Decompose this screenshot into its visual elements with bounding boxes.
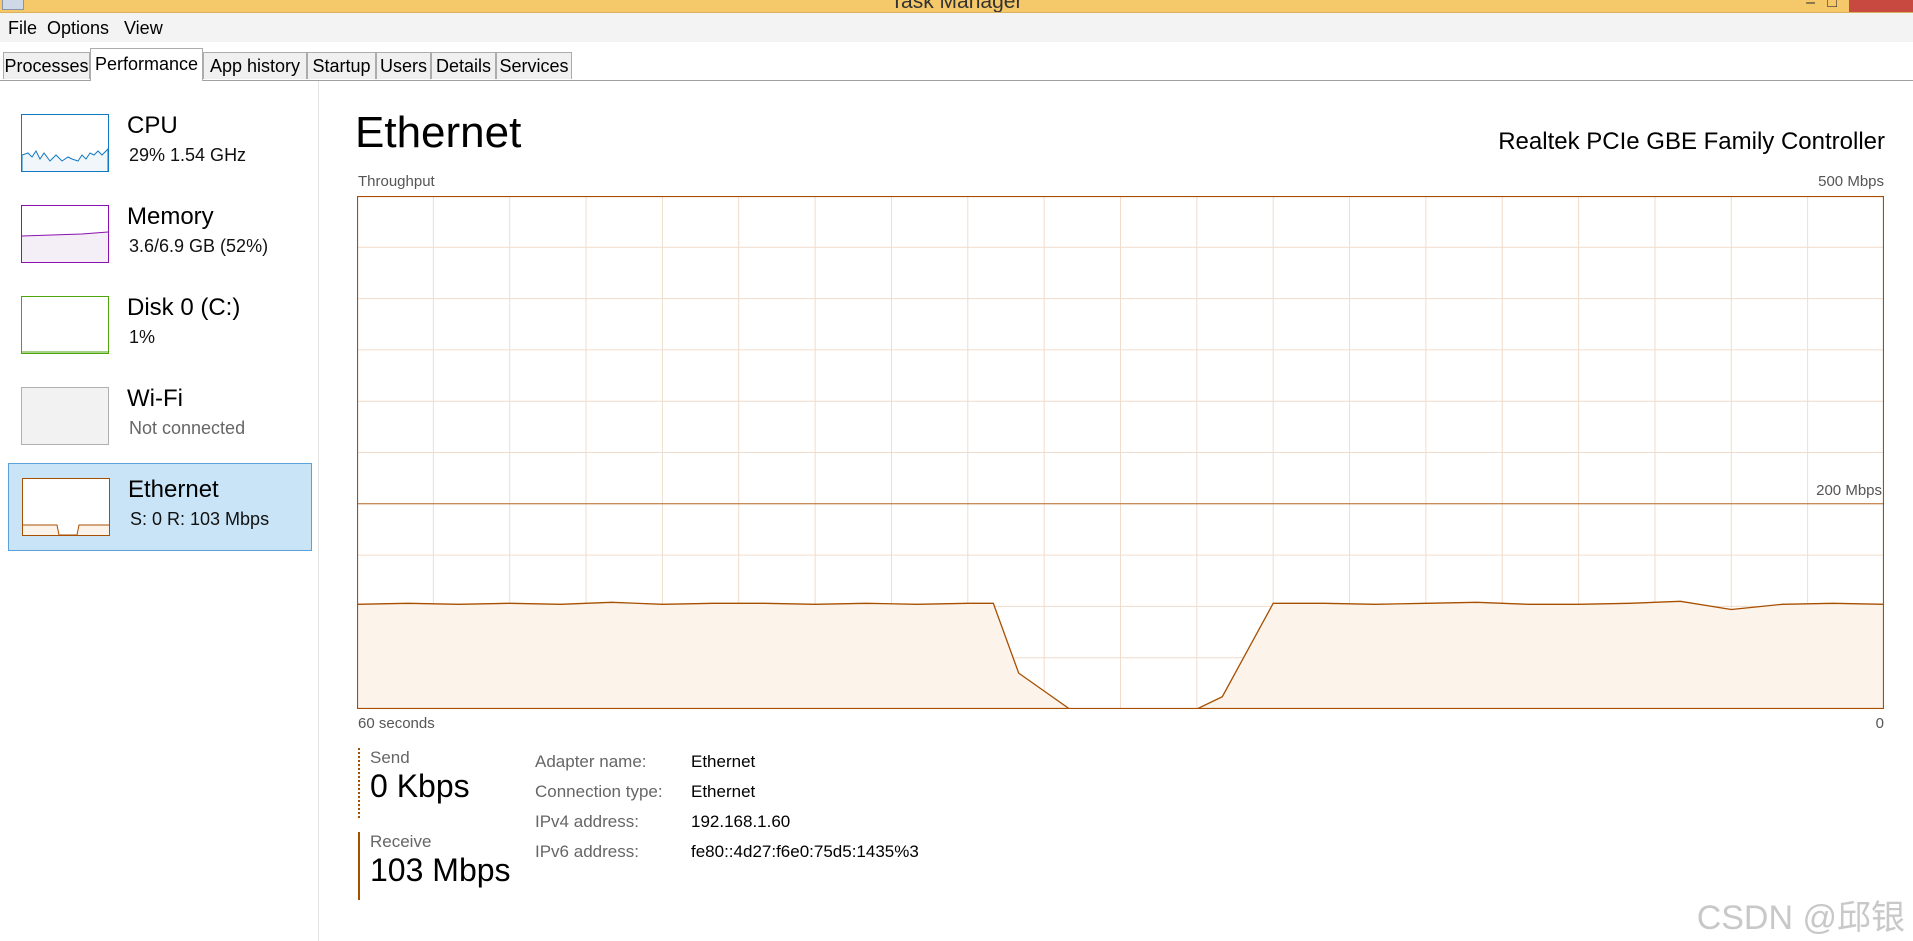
sidebar-item-detail: 29% 1.54 GHz [129,145,247,165]
receive-value: 103 Mbps [370,852,511,888]
sidebar-item-label: Memory [127,203,214,230]
title-bar: Task Manager – □ [0,0,1913,13]
sidebar-item-cpu[interactable]: CPU 29% 1.54 GHz [8,102,312,190]
graph-top-right-label: 500 Mbps [1818,173,1884,190]
sidebar-item-wifi[interactable]: Wi-Fi Not connected [8,375,312,463]
receive-stat: Receive 103 Mbps [358,832,511,900]
window-title: Task Manager [890,0,1023,13]
graph-bottom-left-label: 60 seconds [358,715,435,732]
tab-app-history[interactable]: App history [203,52,307,79]
sidebar-item-detail: Not connected [129,418,246,438]
ipv6-value: fe80::4d27:f6e0:75d5:1435%3 [691,842,919,861]
tab-services[interactable]: Services [496,52,572,79]
tab-processes[interactable]: Processes [3,52,90,79]
maximize-icon[interactable]: □ [1827,0,1837,12]
menu-bar: File Options View [0,13,1913,42]
tab-startup[interactable]: Startup [307,52,376,79]
disk-thumbnail [21,296,109,354]
receive-label: Receive [370,832,432,851]
sidebar-item-label: Ethernet [128,476,219,503]
sidebar-item-label: Disk 0 (C:) [127,294,241,321]
tab-details[interactable]: Details [431,52,496,79]
graph-bottom-right-label: 0 [1875,715,1884,732]
ethernet-thumbnail [22,478,110,536]
connection-type-value: Ethernet [691,782,756,801]
close-button[interactable] [1849,0,1913,12]
sidebar-item-label: Wi-Fi [127,385,183,412]
menu-file[interactable]: File [8,18,37,39]
minimize-icon[interactable]: – [1806,0,1815,12]
page-title: Ethernet [355,108,522,157]
send-stat: Send 0 Kbps [358,748,470,818]
sidebar-item-detail: 3.6/6.9 GB (52%) [129,236,269,256]
sidebar-item-detail: S: 0 R: 103 Mbps [130,509,270,529]
sidebar-item-detail: 1% [129,327,156,347]
watermark: CSDN @邱银 [1696,899,1905,937]
sidebar-item-label: CPU [127,112,178,139]
adapter-name-key: Adapter name: [535,752,647,771]
sidebar-item-ethernet[interactable]: Ethernet S: 0 R: 103 Mbps [8,463,312,551]
connection-type-key: Connection type: [535,782,663,801]
cpu-thumbnail [21,114,109,172]
adapter-name-value: Ethernet [691,752,756,771]
tab-strip: Processes Performance App history Startu… [0,42,1913,81]
ipv6-key: IPv6 address: [535,842,639,861]
memory-thumbnail [21,205,109,263]
tab-performance[interactable]: Performance [90,48,203,81]
device-name: Realtek PCIe GBE Family Controller [1498,128,1885,155]
menu-options[interactable]: Options [47,18,109,39]
send-label: Send [370,748,410,767]
throughput-graph [357,196,1884,709]
tab-users[interactable]: Users [376,52,431,79]
menu-view[interactable]: View [124,18,163,39]
graph-top-left-label: Throughput [358,173,435,190]
send-value: 0 Kbps [370,768,470,804]
sidebar-item-disk[interactable]: Disk 0 (C:) 1% [8,284,312,372]
wifi-thumbnail [21,387,109,445]
resource-sidebar: CPU 29% 1.54 GHz Memory 3.6/6.9 GB (52%)… [0,81,319,941]
ipv4-value: 192.168.1.60 [691,812,791,831]
ipv4-key: IPv4 address: [535,812,639,831]
sidebar-item-memory[interactable]: Memory 3.6/6.9 GB (52%) [8,193,312,281]
